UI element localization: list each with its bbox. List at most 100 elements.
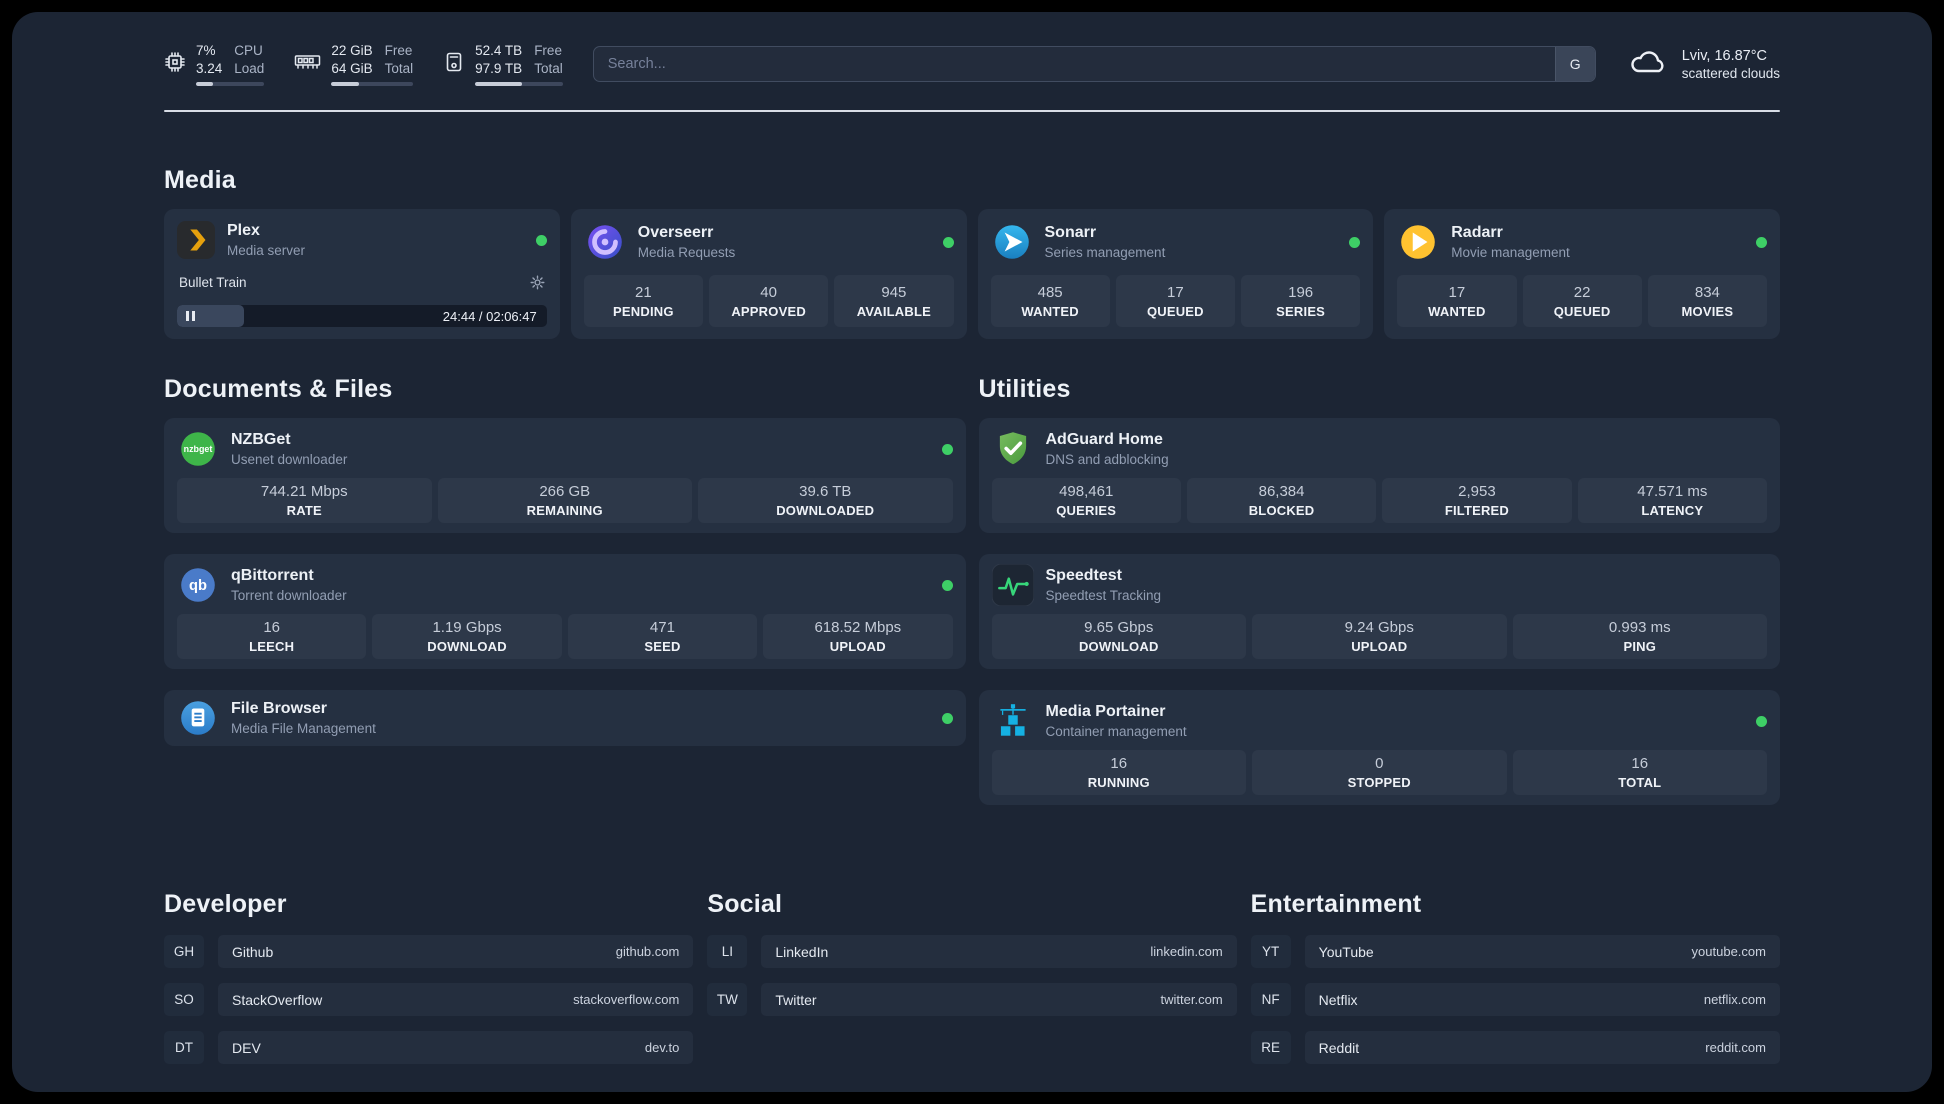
stats-row: 16 LEECH 1.19 Gbps DOWNLOAD 471 SEED 618… [177,614,953,660]
app-card-filebrowser[interactable]: File Browser Media File Management [164,690,966,747]
weather-widget[interactable]: Lviv, 16.87°C scattered clouds [1626,47,1780,82]
now-playing-title: Bullet Train [179,274,247,290]
disk-widget: 52.4 TB 97.9 TB Free Total [443,42,563,87]
stats-row: 21 PENDING 40 APPROVED 945 AVAILABLE [583,275,954,328]
bookmark-link[interactable]: Github github.com [218,935,694,969]
system-metrics: 7% 3.24 CPU Load 22 GiB 64 GiB Free Tota… [164,42,563,87]
bookmark-link[interactable]: Netflix netflix.com [1304,983,1780,1017]
ram-widget: 22 GiB 64 GiB Free Total [294,42,414,87]
app-name: Speedtest [1045,566,1122,584]
bookmark-link[interactable]: LinkedIn linkedin.com [761,935,1237,969]
app-name: Plex [227,222,260,240]
stat-label: AVAILABLE [856,303,931,319]
app-subtitle: Movie management [1451,244,1570,260]
stat-tile: 17 WANTED [1397,275,1517,328]
stat-tile: 266 GB REMAINING [437,478,692,524]
stat-label: SEED [644,639,681,655]
reddit-icon: RE [1250,1031,1291,1065]
bookmark-link[interactable]: StackOverflow stackoverflow.com [218,983,694,1017]
stat-tile: 485 WANTED [990,275,1110,328]
pause-icon[interactable] [186,311,195,322]
stat-tile: 618.52 Mbps UPLOAD [763,614,953,660]
plex-icon [177,221,215,260]
ram-free-value: 22 GiB [331,43,373,58]
stat-value: 22 [1573,283,1591,301]
bookmark-link[interactable]: YouTube youtube.com [1304,935,1780,969]
app-card-plex[interactable]: Plex Media server Bullet Train 24:44 / 0… [164,209,560,340]
media-progress-bar[interactable]: 24:44 / 02:06:47 [177,305,547,328]
settings-gear-icon[interactable] [530,275,545,290]
bookmark-netflix: NF Netflix netflix.com [1250,983,1780,1017]
section-title-social: Social [707,890,783,919]
app-card-speedtest[interactable]: Speedtest Speedtest Tracking 9.65 Gbps D… [978,554,1780,670]
overseerr-icon [584,221,626,263]
bookmarks-row: Developer GH Github github.com SO StackO… [164,890,1780,1092]
stat-value: 834 [1694,283,1720,301]
stat-label: PING [1623,639,1657,655]
radarr-icon [1397,221,1439,263]
search-engine-button[interactable]: G [1554,47,1595,82]
bookmark-url: stackoverflow.com [573,992,680,1008]
cpu-chip-icon [164,51,186,78]
bookmark-link[interactable]: Twitter twitter.com [761,983,1237,1017]
bookmark-link[interactable]: Reddit reddit.com [1304,1031,1780,1065]
app-card-sonarr[interactable]: Sonarr Series management 485 WANTED 17 Q… [977,209,1374,340]
dev-icon: DT [164,1031,204,1065]
header-divider [164,110,1780,113]
app-card-adguard[interactable]: AdGuard Home DNS and adblocking 498,461 … [978,418,1780,534]
ram-total-value: 64 GiB [331,60,373,76]
main-content: Media Plex Media server Bullet Train 24:… [12,166,1932,1092]
bookmark-name: DEV [232,1039,261,1056]
stat-label: STOPPED [1347,775,1411,791]
stat-tile: 9.65 Gbps DOWNLOAD [991,614,1246,660]
disk-free-label: Free [534,43,562,58]
stat-label: LEECH [249,639,295,655]
bookmark-name: LinkedIn [775,943,829,960]
status-dot [941,443,953,455]
app-card-portainer[interactable]: Media Portainer Container management 16 … [978,690,1780,806]
app-name: Sonarr [1044,223,1097,241]
stats-row: 9.65 Gbps DOWNLOAD 9.24 Gbps UPLOAD 0.99… [991,614,1767,660]
bookmark-link[interactable]: DEV dev.to [218,1031,694,1065]
app-subtitle: Speedtest Tracking [1045,587,1162,603]
stat-label: RATE [286,503,322,519]
youtube-icon: YT [1250,935,1291,969]
stat-label: QUEUED [1553,303,1611,319]
section-media: Media Plex Media server Bullet Train 24:… [164,166,1780,340]
bookmark-name: Reddit [1318,1039,1360,1056]
stat-tile: 17 QUEUED [1115,275,1235,328]
app-card-qbittorrent[interactable]: qb qBittorrent Torrent downloader 16 LEE… [164,554,966,670]
app-name: AdGuard Home [1045,430,1163,448]
github-icon: GH [164,935,204,969]
cpu-progress-fill [196,82,214,87]
bookmark-reddit: RE Reddit reddit.com [1250,1031,1780,1065]
app-card-overseerr[interactable]: Overseerr Media Requests 21 PENDING 40 A… [570,209,967,340]
app-subtitle: Series management [1044,244,1166,260]
bookmark-url: youtube.com [1691,944,1766,960]
stat-tile: 471 SEED [567,614,758,660]
ram-total-label: Total [384,60,414,76]
stat-value: 16 [263,619,281,637]
app-card-radarr[interactable]: Radarr Movie management 17 WANTED 22 QUE… [1384,209,1780,340]
stat-value: 86,384 [1258,483,1305,501]
disk-total-value: 97.9 TB [475,60,523,76]
stat-tile: 9.24 Gbps UPLOAD [1252,614,1507,660]
disk-progress-bar [475,82,563,87]
app-name: Media Portainer [1045,702,1166,720]
stat-label: BLOCKED [1248,503,1315,519]
stat-tile: 2,953 FILTERED [1382,478,1572,524]
status-dot [535,234,547,246]
search-input[interactable] [593,47,1555,82]
status-dot [941,712,953,724]
status-dot [1349,236,1361,248]
app-name: Overseerr [637,223,714,241]
app-name: NZBGet [231,430,291,448]
bookmark-youtube: YT YouTube youtube.com [1250,935,1780,969]
stat-label: UPLOAD [1351,639,1408,655]
app-subtitle: Usenet downloader [231,451,348,467]
stat-tile: 744.21 Mbps RATE [177,478,432,524]
stats-row: 17 WANTED 22 QUEUED 834 MOVIES [1397,275,1767,328]
stat-value: 16 [1631,755,1649,773]
app-card-nzbget[interactable]: nzbget NZBGet Usenet downloader 744.21 M… [164,418,966,534]
stat-tile: 39.6 TB DOWNLOADED [698,478,953,524]
